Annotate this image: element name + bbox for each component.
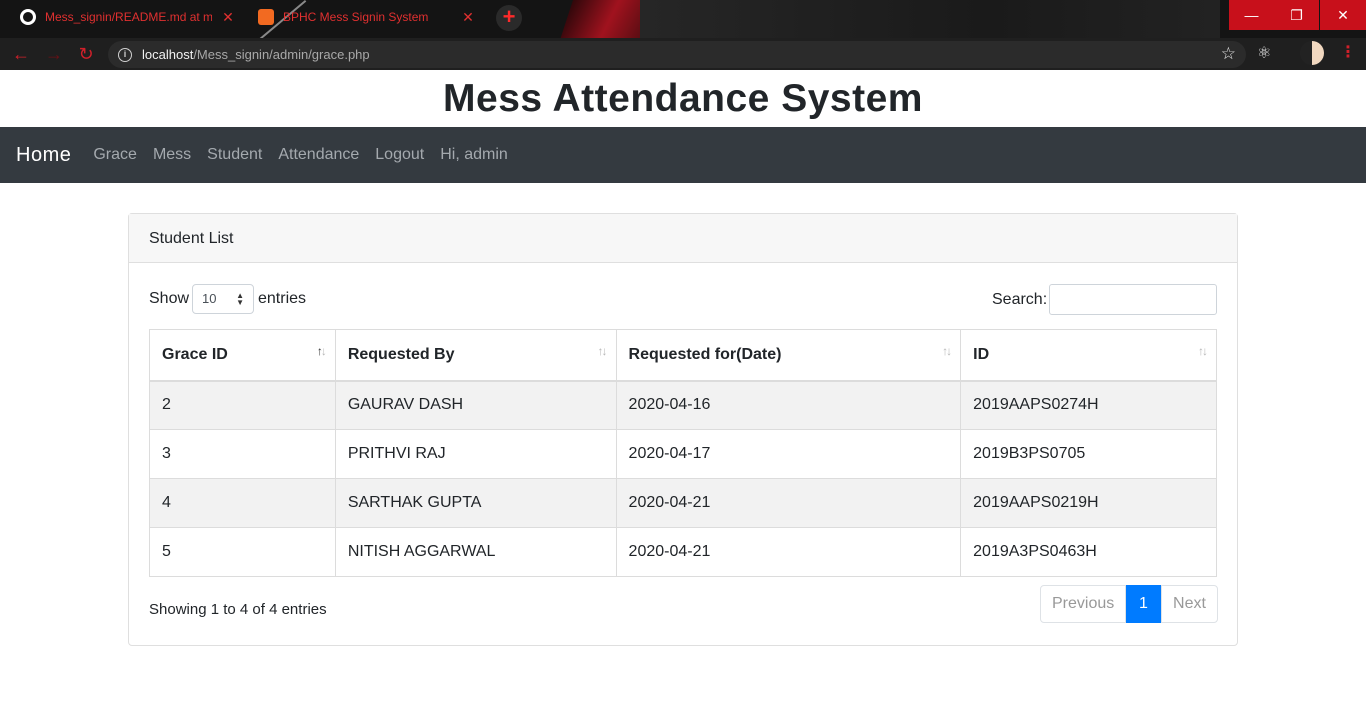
cell-requested-by: NITISH AGGARWAL [334,527,617,577]
column-header-label: Requested for(Date) [628,345,782,363]
cell-requested-by: PRITHVI RAJ [334,429,617,479]
entries-label: entries [258,290,307,307]
cell-requested-by: SARTHAK GUPTA [334,478,617,528]
cell-id: 2019B3PS0705 [960,429,1217,479]
nav-link-grace[interactable]: Grace [93,146,137,164]
entries-per-page-value: 10 [202,291,217,306]
browser-tab-readme[interactable]: Mess_signin/README.md at master ✕ [10,0,246,34]
student-list-card: Student List Show 10 ▲ ▼ entries Search: … [128,213,1238,646]
back-arrow-icon[interactable]: ← [10,43,32,65]
column-header-grace-id[interactable]: Grace ID ↑↓ [149,329,336,382]
cell-id: 2019A3PS0463H [960,527,1217,577]
cell-id: 2019AAPS0219H [960,478,1217,528]
bookmark-star-icon[interactable]: ☆ [1221,44,1236,64]
info-icon[interactable]: i [118,47,132,62]
browser-tab-strip: Mess_signin/README.md at master ✕ BPHC M… [0,0,1366,38]
sort-icon: ↑↓ [597,344,608,358]
table-row: 4 SARTHAK GUPTA 2020-04-21 2019AAPS0219H [149,478,1217,528]
cell-requested-date: 2020-04-21 [615,478,962,528]
grace-table: Grace ID ↑↓ Requested By ↑↓ Requested for(… [149,329,1217,577]
theme-art [640,0,1220,38]
sort-icon: ↑↓ [1198,344,1208,358]
page: Mess Attendance System Home Grace Mess S… [0,70,1366,728]
cell-grace-id: 4 [149,478,336,528]
url-path: /Mess_signin/admin/grace.php [193,47,370,62]
column-header-label: ID [973,345,990,363]
page-title: Mess Attendance System [443,77,923,120]
show-label: Show [149,290,190,307]
sort-icon: ↑↓ [942,344,952,358]
url-host: localhost [142,47,194,62]
cell-grace-id: 3 [149,429,336,479]
cell-requested-date: 2020-04-17 [615,429,962,479]
forward-arrow-icon[interactable]: → [43,43,65,65]
table-info: Showing 1 to 4 of 4 entries [149,601,327,618]
column-header-requested-by[interactable]: Requested By ↑↓ [334,329,617,382]
search-input[interactable] [1049,284,1217,315]
column-header-id[interactable]: ID ↑↓ [960,329,1217,382]
pagination: Previous 1 Next [1040,585,1218,623]
previous-page-button[interactable]: Previous [1040,585,1126,623]
react-devtools-icon[interactable]: ⚛ [1257,43,1271,63]
nav-link-attendance[interactable]: Attendance [278,146,359,164]
restore-button[interactable]: ❐ [1274,0,1319,30]
table-controls: Show 10 ▲ ▼ entries Search: [149,284,1217,316]
xampp-icon [258,9,274,25]
tab-title: Mess_signin/README.md at master [45,10,212,24]
browser-tab-mess-signin[interactable]: BPHC Mess Signin System ✕ [248,0,486,34]
nav-link-logout[interactable]: Logout [375,146,424,164]
nav-link-mess[interactable]: Mess [153,146,191,164]
select-arrows-icon: ▲ ▼ [236,291,244,307]
browser-toolbar: ← → ↻ i localhost/Mess_signin/admin/grac… [0,38,1366,70]
nav-brand-home[interactable]: Home [16,144,71,167]
table-row: 5 NITISH AGGARWAL 2020-04-21 2019A3PS046… [149,527,1217,577]
cell-requested-by: GAURAV DASH [334,380,617,430]
nav-link-student[interactable]: Student [207,146,262,164]
table-row: 2 GAURAV DASH 2020-04-16 2019AAPS0274H [149,380,1217,430]
cell-requested-date: 2020-04-16 [615,380,962,430]
reload-icon[interactable]: ↻ [75,43,97,65]
column-header-label: Grace ID [162,345,228,363]
nav-user-greeting[interactable]: Hi, admin [440,146,508,164]
cell-grace-id: 5 [149,527,336,577]
more-menu-icon[interactable]: ⋮ [1340,42,1356,62]
main-navbar: Home Grace Mess Student Attendance Logou… [0,127,1366,183]
github-icon [20,9,36,25]
window-close-button[interactable]: ✕ [1320,0,1366,30]
cell-id: 2019AAPS0274H [960,380,1217,430]
cell-requested-date: 2020-04-21 [615,527,962,577]
sort-asc-icon: ↑↓ [316,344,327,358]
search-label: Search: [992,291,1048,308]
table-header-row: Grace ID ↑↓ Requested By ↑↓ Requested for(… [149,329,1217,382]
minimize-button[interactable]: — [1229,0,1274,30]
next-page-button[interactable]: Next [1161,585,1218,623]
entries-per-page-select[interactable]: 10 ▲ ▼ [192,284,254,314]
tab-title: BPHC Mess Signin System [283,10,429,24]
new-tab-button[interactable]: + [496,5,522,31]
close-icon[interactable]: ✕ [460,9,476,26]
table-row: 3 PRITHVI RAJ 2020-04-17 2019B3PS0705 [149,429,1217,479]
column-header-requested-date[interactable]: Requested for(Date) ↑↓ [615,329,962,382]
card-header: Student List [129,214,1237,263]
column-header-label: Requested By [347,345,455,363]
profile-avatar[interactable] [1300,41,1324,65]
cell-grace-id: 2 [149,380,336,430]
page-1-button[interactable]: 1 [1126,585,1161,623]
close-icon[interactable]: ✕ [220,9,236,26]
address-bar[interactable]: i localhost/Mess_signin/admin/grace.php … [108,41,1246,68]
